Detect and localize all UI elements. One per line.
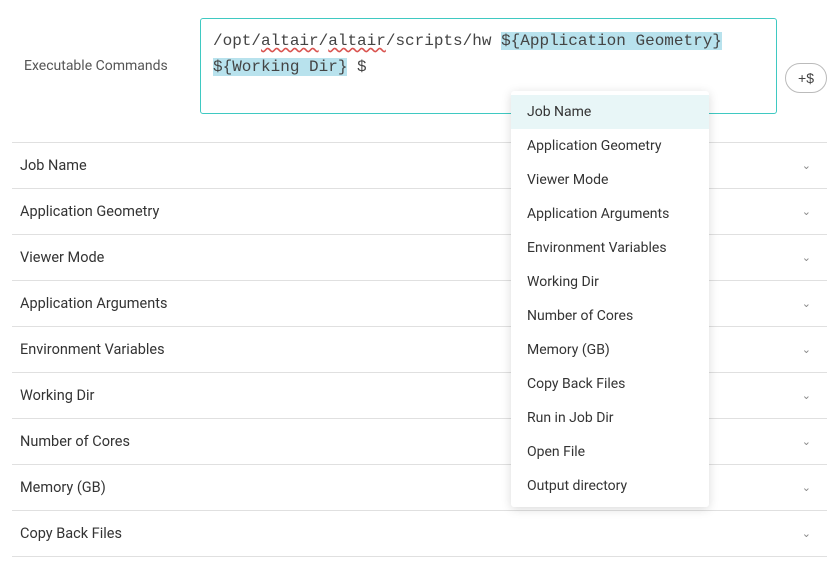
accordion-label: Application Geometry [20,203,159,220]
exec-text-err2: altair [328,32,386,50]
executable-commands-row: Executable Commands /opt/altair/altair/s… [12,18,827,114]
chevron-down-icon: ⌄ [802,435,811,448]
dropdown-item-working-dir[interactable]: Working Dir [511,265,709,299]
dropdown-item-memory-gb[interactable]: Memory (GB) [511,333,709,367]
exec-text-mid: /scripts/hw [386,32,501,50]
chevron-down-icon: ⌄ [802,389,811,402]
chevron-down-icon: ⌄ [802,251,811,264]
exec-text-tail: $ [347,58,366,76]
dropdown-item-number-of-cores[interactable]: Number of Cores [511,299,709,333]
dropdown-item-viewer-mode[interactable]: Viewer Mode [511,163,709,197]
accordion-label: Memory (GB) [20,479,106,496]
executable-commands-label: Executable Commands [12,58,192,74]
exec-text-sep1: / [319,32,329,50]
dropdown-item-copy-back-files[interactable]: Copy Back Files [511,367,709,401]
exec-text-err1: altair [261,32,319,50]
accordion-label: Viewer Mode [20,249,104,266]
dropdown-item-application-arguments[interactable]: Application Arguments [511,197,709,231]
chevron-down-icon: ⌄ [802,159,811,172]
accordion-label: Working Dir [20,387,94,404]
add-variable-button[interactable]: +$ [785,63,827,93]
chevron-down-icon: ⌄ [802,297,811,310]
accordion-label: Copy Back Files [20,525,122,542]
chevron-down-icon: ⌄ [802,205,811,218]
variable-dropdown: Job Name Application Geometry Viewer Mod… [511,91,709,507]
exec-text-var2: ${Working Dir} [213,58,347,76]
accordion-label: Application Arguments [20,295,167,312]
chevron-down-icon: ⌄ [802,481,811,494]
dropdown-item-environment-variables[interactable]: Environment Variables [511,231,709,265]
exec-text-prefix: /opt/ [213,32,261,50]
exec-text-var1: ${Application Geometry} [501,32,722,50]
dropdown-item-application-geometry[interactable]: Application Geometry [511,129,709,163]
accordion-item-copy-back-files[interactable]: Copy Back Files ⌄ [12,511,827,557]
accordion-label: Job Name [20,157,87,174]
chevron-down-icon: ⌄ [802,343,811,356]
accordion-label: Environment Variables [20,341,165,358]
dropdown-item-open-file[interactable]: Open File [511,435,709,469]
chevron-down-icon: ⌄ [802,527,811,540]
accordion-label: Number of Cores [20,433,130,450]
dropdown-item-output-directory[interactable]: Output directory [511,469,709,503]
dropdown-item-run-in-job-dir[interactable]: Run in Job Dir [511,401,709,435]
dropdown-item-job-name[interactable]: Job Name [511,95,709,129]
